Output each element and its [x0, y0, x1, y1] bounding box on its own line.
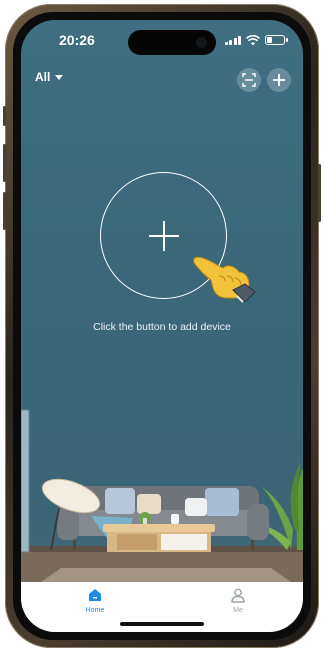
caret-down-icon [55, 74, 64, 80]
tab-me[interactable]: Me [213, 587, 263, 614]
rug [41, 568, 291, 582]
living-room-illustration [21, 409, 303, 582]
volume-down-button [3, 192, 6, 230]
volume-up-button [3, 144, 6, 182]
home-icon [89, 589, 101, 601]
top-bar: All [21, 66, 303, 94]
status-time: 20:26 [59, 32, 95, 48]
scan-button[interactable] [237, 68, 261, 92]
scan-icon [242, 73, 256, 87]
home-indicator [120, 622, 204, 626]
app-screen: 20:26 All Click the button to add device… [21, 20, 303, 632]
home-filter-dropdown[interactable]: All [35, 70, 64, 84]
battery-icon [265, 35, 288, 45]
add-button[interactable] [267, 68, 291, 92]
plus-icon [273, 74, 285, 86]
tab-home[interactable]: Home [70, 587, 120, 614]
empty-state-hint: Click the button to add device [93, 321, 231, 333]
tab-home-label: Home [85, 607, 105, 614]
status-icons [224, 33, 288, 47]
mute-switch [3, 106, 6, 126]
dynamic-island [128, 30, 216, 55]
camera-icon [196, 37, 207, 48]
cellular-signal-icon [224, 35, 241, 45]
power-button [318, 164, 321, 222]
person-icon [231, 588, 245, 603]
plus-icon-vertical [163, 221, 165, 251]
wifi-icon [246, 34, 260, 45]
tab-me-label: Me [233, 607, 243, 614]
pointing-hand-icon [193, 256, 256, 303]
filter-label: All [35, 70, 51, 84]
bottom-tab-bar: Home Me [21, 582, 303, 632]
